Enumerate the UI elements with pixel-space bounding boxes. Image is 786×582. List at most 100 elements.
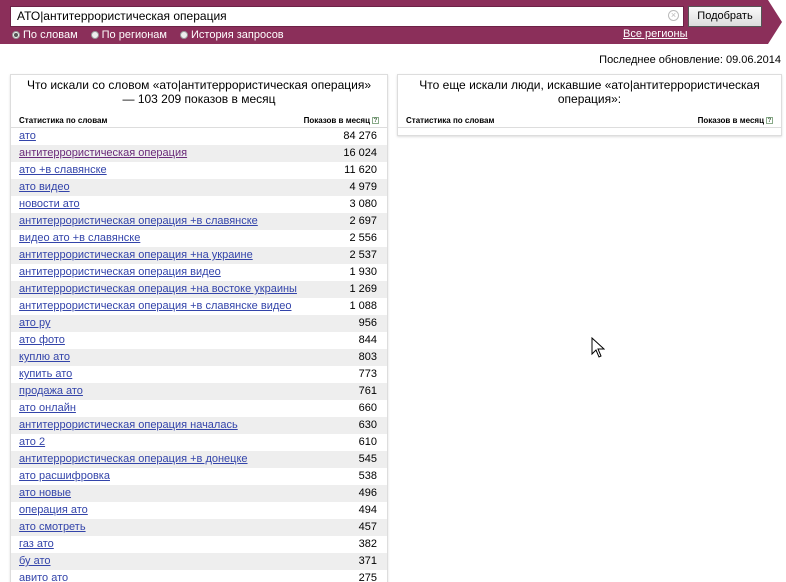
table-row: антитеррористическая операция 16 024 — [11, 145, 387, 162]
search-input-value: АТО|антитеррористическая операция — [17, 9, 227, 23]
count-value: 761 — [358, 385, 377, 397]
count-value: 275 — [358, 572, 377, 582]
phrase-link[interactable]: антитеррористическая операция видео — [19, 264, 221, 281]
table-row: ато новые 496 — [11, 485, 387, 502]
phrase-link[interactable]: видео ато +в славянске — [19, 230, 140, 247]
phrase-link[interactable]: куплю ато — [19, 349, 70, 366]
count-value: 538 — [358, 470, 377, 482]
radio-by-words[interactable]: По словам — [12, 28, 78, 42]
radio-history[interactable]: История запросов — [180, 28, 284, 42]
words-panel-title: Что искали со словом «ато|антитеррористи… — [26, 78, 371, 106]
radio-label: По регионам — [101, 29, 167, 41]
last-update: Последнее обновление: 09.06.2014 — [599, 54, 781, 66]
phrase-link[interactable]: антитеррористическая операция +на восток… — [19, 281, 297, 298]
table-row: авито ато 275 — [11, 570, 387, 582]
table-row: бу ато 371 — [11, 553, 387, 570]
count-value: 457 — [358, 521, 377, 533]
phrase-link[interactable]: авито ато — [19, 570, 68, 582]
submit-button[interactable]: Подобрать — [688, 6, 762, 27]
words-panel: Что искали со словом «ато|антитеррористи… — [10, 74, 388, 582]
count-value: 1 930 — [349, 266, 377, 278]
search-input[interactable]: АТО|антитеррористическая операция — [10, 6, 684, 27]
phrase-link[interactable]: антитеррористическая операция началась — [19, 417, 238, 434]
count-value: 844 — [358, 334, 377, 346]
count-value: 610 — [358, 436, 377, 448]
count-value: 773 — [358, 368, 377, 380]
phrase-link[interactable]: антитеррористическая операция +в славянс… — [19, 213, 258, 230]
phrase-link[interactable]: продажа ато — [19, 383, 83, 400]
phrase-link[interactable]: ато новые — [19, 485, 71, 502]
table-row: ато ру 956 — [11, 315, 387, 332]
table-row: ато онлайн 660 — [11, 400, 387, 417]
phrase-link[interactable]: ато — [19, 128, 36, 145]
count-value: 371 — [358, 555, 377, 567]
table-row: газ ато 382 — [11, 536, 387, 553]
all-regions-link[interactable]: Все регионы — [623, 28, 688, 40]
phrase-link[interactable]: газ ато — [19, 536, 54, 553]
phrase-link[interactable]: ато фото — [19, 332, 65, 349]
radio-dot-icon[interactable] — [12, 31, 20, 39]
count-value: 382 — [358, 538, 377, 550]
phrase-link[interactable]: ато смотреть — [19, 519, 86, 536]
radio-dot-icon[interactable] — [90, 31, 99, 39]
phrase-link[interactable]: антитеррористическая операция +в донецке — [19, 451, 248, 468]
count-value: 1 269 — [349, 283, 377, 295]
count-value: 496 — [358, 487, 377, 499]
phrase-link[interactable]: ато ру — [19, 315, 50, 332]
help-icon[interactable]: ? — [372, 117, 379, 124]
phrase-link[interactable]: антитеррористическая операция — [19, 145, 187, 162]
table-row: купить ато 773 — [11, 366, 387, 383]
table-row: ато 84 276 — [11, 128, 387, 145]
phrase-link[interactable]: ато видео — [19, 179, 70, 196]
col-count-label: Показов в месяц — [303, 116, 370, 125]
table-row: ато видео 4 979 — [11, 179, 387, 196]
table-row: ато смотреть 457 — [11, 519, 387, 536]
table-row: видео ато +в славянске 2 556 — [11, 230, 387, 247]
radio-label: По словам — [23, 29, 78, 41]
phrase-link[interactable]: бу ато — [19, 553, 51, 570]
table-header: Статистика по словам Показов в месяц? — [398, 111, 781, 128]
table-row: антитеррористическая операция +в донецке… — [11, 451, 387, 468]
phrase-link[interactable]: новости ато — [19, 196, 80, 213]
phrase-link[interactable]: ато +в славянске — [19, 162, 107, 179]
count-value: 494 — [358, 504, 377, 516]
table-row: операция ато 494 — [11, 502, 387, 519]
count-value: 11 620 — [344, 164, 377, 176]
count-value: 16 024 — [343, 147, 377, 159]
count-value: 3 080 — [349, 198, 377, 210]
table-row: антитеррористическая операция видео 1 930 — [11, 264, 387, 281]
table-row: антитеррористическая операция началась 63… — [11, 417, 387, 434]
radio-by-regions[interactable]: По регионам — [90, 28, 167, 42]
count-value: 660 — [358, 402, 377, 414]
phrase-link[interactable]: ато расшифровка — [19, 468, 110, 485]
table-header: Статистика по словам Показов в месяц? — [11, 111, 387, 128]
table-row: новости ато 3 080 — [11, 196, 387, 213]
phrase-link[interactable]: ато онлайн — [19, 400, 76, 417]
radio-dot-icon[interactable] — [180, 31, 188, 39]
clear-icon[interactable]: × — [668, 10, 679, 21]
count-value: 84 276 — [343, 130, 377, 142]
col-count-label: Показов в месяц — [697, 116, 764, 125]
col-words-header: Статистика по словам — [406, 116, 495, 125]
search-bar-arrow — [768, 0, 782, 44]
table-row: куплю ато 803 — [11, 349, 387, 366]
table-row: продажа ато 761 — [11, 383, 387, 400]
help-icon[interactable]: ? — [766, 117, 773, 124]
phrase-link[interactable]: купить ато — [19, 366, 72, 383]
count-value: 1 088 — [349, 300, 377, 312]
search-mode-radios: По словам По регионам История запросов — [12, 28, 297, 42]
phrase-link[interactable]: антитеррористическая операция +на украин… — [19, 247, 253, 264]
phrase-link[interactable]: ато 2 — [19, 434, 45, 451]
radio-label: История запросов — [191, 29, 284, 41]
count-value: 4 979 — [349, 181, 377, 193]
col-count-header: Показов в месяц? — [304, 116, 379, 127]
count-value: 545 — [358, 453, 377, 465]
phrase-link[interactable]: операция ато — [19, 502, 88, 519]
mouse-cursor-icon — [591, 337, 605, 358]
count-value: 2 556 — [349, 232, 377, 244]
col-words-header: Статистика по словам — [19, 116, 108, 125]
phrase-link[interactable]: антитеррористическая операция +в славянс… — [19, 298, 292, 315]
related-panel: Что еще искали люди, искавшие «ато|антит… — [397, 74, 782, 136]
table-row: антитеррористическая операция +на украин… — [11, 247, 387, 264]
table-row: ато 2 610 — [11, 434, 387, 451]
